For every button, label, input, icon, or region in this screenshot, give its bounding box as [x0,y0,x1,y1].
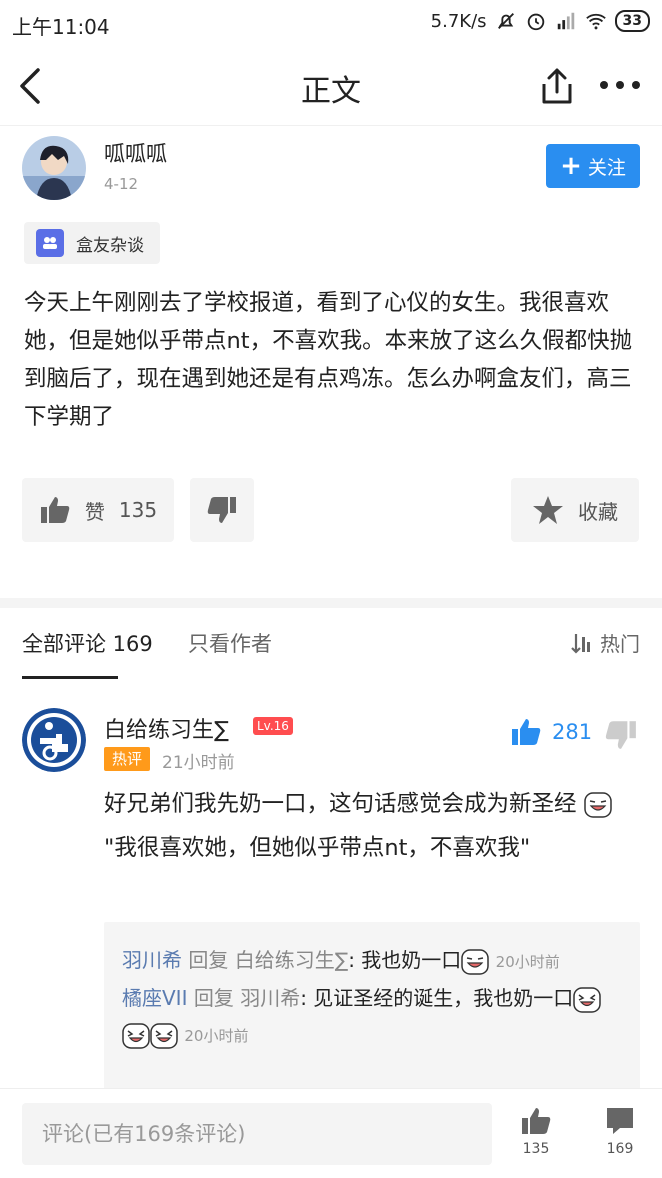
more-icon[interactable] [598,70,642,100]
reply-target[interactable]: 羽川希 [240,986,300,1010]
reply-text: : 见证圣经的诞生，我也奶一口 [300,986,574,1010]
reply-time: 20小时前 [495,953,560,971]
comment-line-1: 好兄弟们我先奶一口，这句话感觉会成为新圣经 [104,791,577,817]
tab-all-comments[interactable]: 全部评论 169 [22,628,153,658]
nav-bar: 正文 [0,46,662,126]
like-label: 赞 [84,499,105,524]
commenter-avatar[interactable] [22,708,86,772]
network-speed: 5.7K/s [430,10,487,32]
wifi-icon [585,13,606,30]
collect-label: 收藏 [578,499,618,524]
reply-target[interactable]: 白给练习生∑ [235,948,348,972]
mute-icon [497,13,514,29]
reply-time: 20小时前 [184,1027,249,1045]
dislike-button[interactable] [190,478,254,542]
sort-label: 热门 [600,632,640,656]
bottom-like-button[interactable]: 135 [514,1105,558,1157]
grin-emoji-icon [461,948,490,975]
star-icon [533,496,563,524]
post-date: 4-12 [104,175,139,193]
laugh-emoji-icon [573,986,602,1013]
sort-button[interactable]: 热门 [570,628,640,657]
reply-item[interactable]: 羽川希 回复 白给练习生∑: 我也奶一口 20小时前 [122,942,622,980]
plus-icon: + [560,151,582,181]
author-avatar[interactable] [22,136,86,200]
thumbs-down-icon [207,497,236,523]
bottom-comment-button[interactable]: 169 [598,1105,642,1157]
bottom-like-count: 135 [522,1141,550,1157]
active-tab-indicator [22,676,118,679]
laugh-emoji-icon [150,1022,178,1049]
collect-button[interactable]: 收藏 [511,478,639,542]
comment-dislike-icon[interactable] [604,718,638,752]
thumbs-up-icon [512,719,541,745]
status-time: 上午11:04 [12,15,110,39]
comment-text: 好兄弟们我先奶一口，这句话感觉会成为新圣经 "我很喜欢她，但她似乎带点nt，不喜… [104,782,644,870]
signal-icon [557,12,574,30]
like-button[interactable]: 赞 135 [22,478,174,542]
thumbs-up-icon [522,1108,551,1134]
bottom-bar: 评论(已有169条评论) 135 169 [0,1088,662,1178]
section-divider [0,598,662,608]
share-icon[interactable] [538,66,576,106]
thumbs-up-icon [40,497,70,523]
alarm-icon [527,13,544,31]
reply-word: 回复 [188,948,229,972]
topic-tag-label: 盒友杂谈 [76,235,144,256]
grin-emoji-icon [583,791,612,818]
comment-like-button[interactable]: 281 [510,716,592,748]
like-count: 135 [118,498,158,522]
hot-comment-badge: 热评 [104,747,150,771]
reply-word: 回复 [193,986,234,1010]
comment-time: 21小时前 [162,753,235,773]
reply-user[interactable]: 羽川希 [122,948,182,972]
back-icon[interactable] [14,66,48,106]
post-body: 今天上午刚刚去了学校报道，看到了心仪的女生。我很喜欢她，但是她似乎带点nt，不喜… [24,290,633,430]
tab-author-only[interactable]: 只看作者 [188,628,272,658]
reply-item[interactable]: 橘座VII 回复 羽川希: 见证圣经的诞生，我也奶一口 20小时前 [122,980,622,1054]
status-bar: 上午11:04 5.7K/s 33 [0,0,662,46]
battery-indicator: 33 [614,10,650,32]
author-name[interactable]: 呱呱呱 [104,138,167,168]
comment-like-count: 281 [552,720,593,744]
group-icon [36,229,64,257]
reply-user[interactable]: 橘座VII [122,986,187,1010]
level-badge: Lv.16 [253,717,293,735]
laugh-emoji-icon [122,1022,150,1049]
topic-tag[interactable]: 盒友杂谈 [24,222,160,264]
comment-input[interactable]: 评论(已有169条评论) [22,1103,492,1165]
status-icons: 5.7K/s 33 [431,10,650,32]
reply-list[interactable]: 羽川希 回复 白给练习生∑: 我也奶一口 20小时前 橘座VII 回复 羽川希:… [104,922,640,1092]
follow-button[interactable]: + 关注 [546,144,640,188]
follow-label: 关注 [587,156,626,179]
sort-icon [571,633,590,654]
comment-bubble-icon [607,1108,633,1134]
commenter-name[interactable]: 白给练习生∑ [104,712,229,744]
comment-line-2: "我很喜欢她，但她似乎带点nt，不喜欢我" [104,835,531,861]
bottom-comment-count: 169 [606,1141,634,1157]
reply-text: : 我也奶一口 [348,948,462,972]
